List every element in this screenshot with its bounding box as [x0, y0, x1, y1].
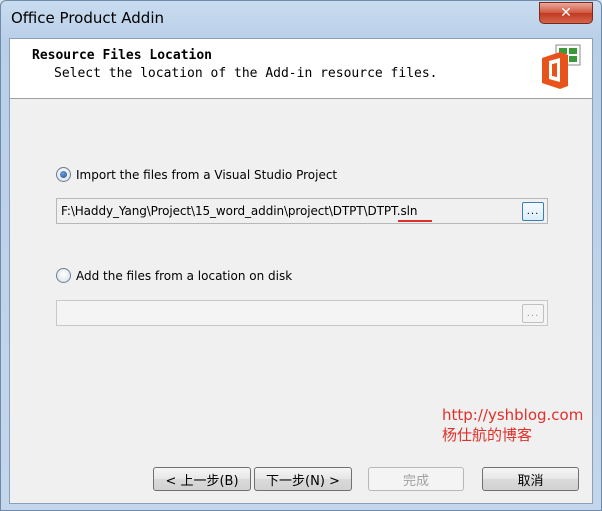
watermark-name: 杨仕航的博客 [442, 426, 533, 444]
disk-path-field[interactable]: ... [56, 300, 548, 326]
window-title: Office Product Addin [11, 9, 164, 27]
radio-dot [60, 171, 67, 178]
close-icon: ✕ [560, 5, 572, 21]
finish-button[interactable]: 完成 [368, 467, 464, 491]
project-path-value: F:\Haddy_Yang\Project\15_word_addin\proj… [61, 204, 418, 218]
project-path-field[interactable]: F:\Haddy_Yang\Project\15_word_addin\proj… [56, 198, 548, 224]
page-subtitle: Select the location of the Add-in resour… [54, 66, 438, 81]
radio-disk-label: Add the files from a location on disk [76, 268, 293, 283]
radio-import-label: Import the files from a Visual Studio Pr… [76, 167, 338, 182]
cancel-button[interactable]: 取消 [482, 467, 579, 491]
office-logo-icon [542, 44, 581, 89]
radio-add-from-disk[interactable]: Add the files from a location on disk [56, 268, 292, 283]
browse-disk-button[interactable]: ... [522, 304, 544, 323]
dialog-window: Office Product Addin ✕ Resource Files Lo… [0, 0, 602, 511]
annotation-underline [398, 220, 432, 222]
radio-button-selected[interactable] [56, 167, 71, 182]
radio-import-from-project[interactable]: Import the files from a Visual Studio Pr… [56, 167, 337, 182]
dialog-client-area: Resource Files Location Select the locat… [9, 38, 593, 504]
close-button[interactable]: ✕ [539, 2, 593, 24]
page-title: Resource Files Location [32, 48, 213, 63]
browse-project-button[interactable]: ... [522, 202, 544, 221]
title-bar[interactable]: Office Product Addin ✕ [1, 1, 601, 37]
back-button[interactable]: < 上一步(B) [153, 467, 251, 491]
watermark-url: http://yshblog.com [442, 406, 584, 424]
next-button[interactable]: 下一步(N) > [254, 467, 352, 491]
radio-button-unselected[interactable] [56, 268, 71, 283]
blog-watermark: http://yshblog.com 杨仕航的博客 [442, 405, 583, 445]
wizard-header: Resource Files Location Select the locat… [10, 39, 592, 99]
